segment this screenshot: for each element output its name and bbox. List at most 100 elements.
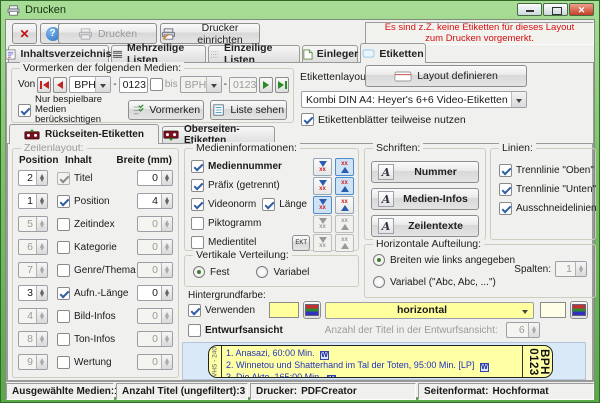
tab-etiketten[interactable]: Etiketten bbox=[360, 43, 426, 63]
move-down-icon[interactable] bbox=[313, 234, 332, 252]
fest-radio[interactable] bbox=[193, 266, 205, 278]
spinner-arrows[interactable] bbox=[36, 309, 47, 323]
layout-definieren-button[interactable]: Layout definieren bbox=[365, 65, 527, 87]
breiten-radio[interactable] bbox=[373, 254, 385, 266]
kategorie-checkbox[interactable] bbox=[57, 241, 70, 254]
praefix-checkbox[interactable] bbox=[191, 179, 204, 192]
medien-infos-font-button[interactable]: Medien-Infos bbox=[371, 188, 479, 210]
trennlinie-oben-checkbox[interactable] bbox=[499, 164, 512, 177]
genre-checkbox[interactable] bbox=[57, 264, 70, 277]
spinner-arrows[interactable] bbox=[161, 240, 172, 254]
breite-spinner[interactable]: 0 bbox=[137, 170, 173, 186]
combo-arrow-icon[interactable] bbox=[206, 77, 221, 92]
vormerken-button[interactable]: Vormerken bbox=[128, 100, 205, 120]
cancel-print-button[interactable] bbox=[12, 23, 37, 44]
breite-spinner[interactable]: 0 bbox=[137, 308, 173, 324]
laenge-checkbox[interactable] bbox=[262, 198, 275, 211]
bild-infos-checkbox[interactable] bbox=[57, 310, 70, 323]
palette-button-secondary[interactable] bbox=[570, 301, 588, 319]
from-number-spinner[interactable]: 0123 bbox=[119, 77, 148, 93]
spinner-arrows[interactable] bbox=[161, 217, 172, 231]
spinner-arrows[interactable] bbox=[36, 240, 47, 254]
spinner-arrows[interactable] bbox=[575, 262, 586, 276]
tab-einleger[interactable]: Einleger bbox=[302, 45, 358, 62]
layout-combo[interactable]: Kombi DIN A4: Heyer's 6+6 Video-Etikette… bbox=[301, 91, 527, 108]
palette-button[interactable] bbox=[303, 301, 321, 319]
spinner-arrows[interactable] bbox=[161, 194, 172, 208]
move-down-icon[interactable] bbox=[313, 158, 332, 176]
position-spinner[interactable]: 7 bbox=[18, 262, 48, 278]
liste-sehen-button[interactable]: Liste sehen bbox=[210, 100, 287, 120]
position-spinner[interactable]: 5 bbox=[18, 216, 48, 232]
breite-spinner[interactable]: 0 bbox=[137, 262, 173, 278]
breite-spinner[interactable]: 0 bbox=[137, 331, 173, 347]
spinner-arrows[interactable] bbox=[36, 355, 47, 369]
spinner-arrows[interactable] bbox=[36, 263, 47, 277]
zeitindex-checkbox[interactable] bbox=[57, 218, 70, 231]
direction-combo[interactable]: horizontal bbox=[325, 302, 533, 319]
breite-spinner[interactable]: 0 bbox=[137, 354, 173, 370]
ekt-button[interactable]: EKT bbox=[292, 235, 310, 251]
printer-setup-button[interactable]: Drucker einrichten bbox=[160, 23, 260, 44]
spinner-arrows[interactable] bbox=[161, 171, 172, 185]
color-swatch-secondary[interactable] bbox=[540, 302, 566, 318]
position-spinner[interactable]: 6 bbox=[18, 239, 48, 255]
tab-inhaltsverzeichnis[interactable]: Inhaltsverzeichnis bbox=[8, 45, 109, 62]
spinner-arrows[interactable] bbox=[161, 263, 172, 277]
move-down-icon[interactable] bbox=[313, 196, 332, 214]
trennlinie-unten-checkbox[interactable] bbox=[499, 183, 512, 196]
move-down-icon[interactable] bbox=[313, 177, 332, 195]
position-spinner[interactable]: 1 bbox=[18, 193, 48, 209]
move-up-icon[interactable] bbox=[335, 234, 354, 252]
tab-oberseiten-etiketten[interactable]: Oberseiten-Etiketten bbox=[162, 126, 275, 143]
spinner-arrows[interactable] bbox=[161, 355, 172, 369]
position-spinner[interactable]: 3 bbox=[18, 285, 48, 301]
ton-infos-checkbox[interactable] bbox=[57, 333, 70, 346]
titel-checkbox[interactable] bbox=[57, 172, 70, 185]
spinner-arrows[interactable] bbox=[36, 332, 47, 346]
breite-spinner[interactable]: 0 bbox=[137, 285, 173, 301]
verwenden-checkbox[interactable] bbox=[188, 304, 201, 317]
teilweise-nutzen-checkbox[interactable] bbox=[301, 113, 314, 126]
last-media-button[interactable] bbox=[275, 77, 289, 93]
to-prefix-combo[interactable]: BPH bbox=[180, 76, 222, 93]
variabel-abc-radio[interactable] bbox=[373, 276, 385, 288]
entwurfsansicht-checkbox[interactable] bbox=[188, 324, 201, 337]
zeilentexte-font-button[interactable]: Zeilentexte bbox=[371, 215, 479, 237]
nummer-font-button[interactable]: Nummer bbox=[371, 161, 479, 183]
move-up-icon[interactable] bbox=[335, 215, 354, 233]
breite-spinner[interactable]: 4 bbox=[137, 193, 173, 209]
next-media-button[interactable] bbox=[259, 77, 273, 93]
minimize-button[interactable] bbox=[517, 3, 542, 16]
move-down-icon[interactable] bbox=[313, 215, 332, 233]
spinner-arrows[interactable] bbox=[36, 171, 47, 185]
position-spinner[interactable]: 4 bbox=[18, 308, 48, 324]
color-swatch[interactable] bbox=[269, 302, 299, 318]
medientitel-checkbox[interactable] bbox=[191, 236, 204, 249]
position-spinner[interactable]: 8 bbox=[18, 331, 48, 347]
spinner-arrows[interactable] bbox=[528, 323, 539, 337]
aufn-laenge-checkbox[interactable] bbox=[57, 287, 70, 300]
combo-arrow-icon[interactable] bbox=[95, 77, 110, 92]
tab-mehrzeilige-listen[interactable]: Mehrzeilige Listen bbox=[111, 45, 206, 62]
spinner-arrows[interactable] bbox=[36, 286, 47, 300]
spinner-arrows[interactable] bbox=[36, 217, 47, 231]
first-media-button[interactable] bbox=[37, 77, 51, 93]
piktogramm-checkbox[interactable] bbox=[191, 217, 204, 230]
videonorm-checkbox[interactable] bbox=[191, 198, 204, 211]
tab-rueckseiten-etiketten[interactable]: Rückseiten-Etiketten bbox=[9, 124, 159, 144]
spinner-arrows[interactable] bbox=[36, 194, 47, 208]
move-up-icon[interactable] bbox=[335, 158, 354, 176]
move-up-icon[interactable] bbox=[335, 177, 354, 195]
maximize-button[interactable] bbox=[543, 3, 568, 16]
breite-spinner[interactable]: 0 bbox=[137, 216, 173, 232]
variabel-radio[interactable] bbox=[256, 266, 268, 278]
spalten-spinner[interactable]: 1 bbox=[555, 261, 587, 277]
position-spinner[interactable]: 2 bbox=[18, 170, 48, 186]
nur-bespielbare-checkbox[interactable] bbox=[18, 104, 31, 117]
from-prefix-combo[interactable]: BPH bbox=[69, 76, 111, 93]
print-button[interactable]: Drucken bbox=[58, 23, 157, 44]
breite-spinner[interactable]: 0 bbox=[137, 239, 173, 255]
position-checkbox[interactable] bbox=[57, 195, 70, 208]
to-number-spinner[interactable]: 0123 bbox=[229, 77, 257, 93]
